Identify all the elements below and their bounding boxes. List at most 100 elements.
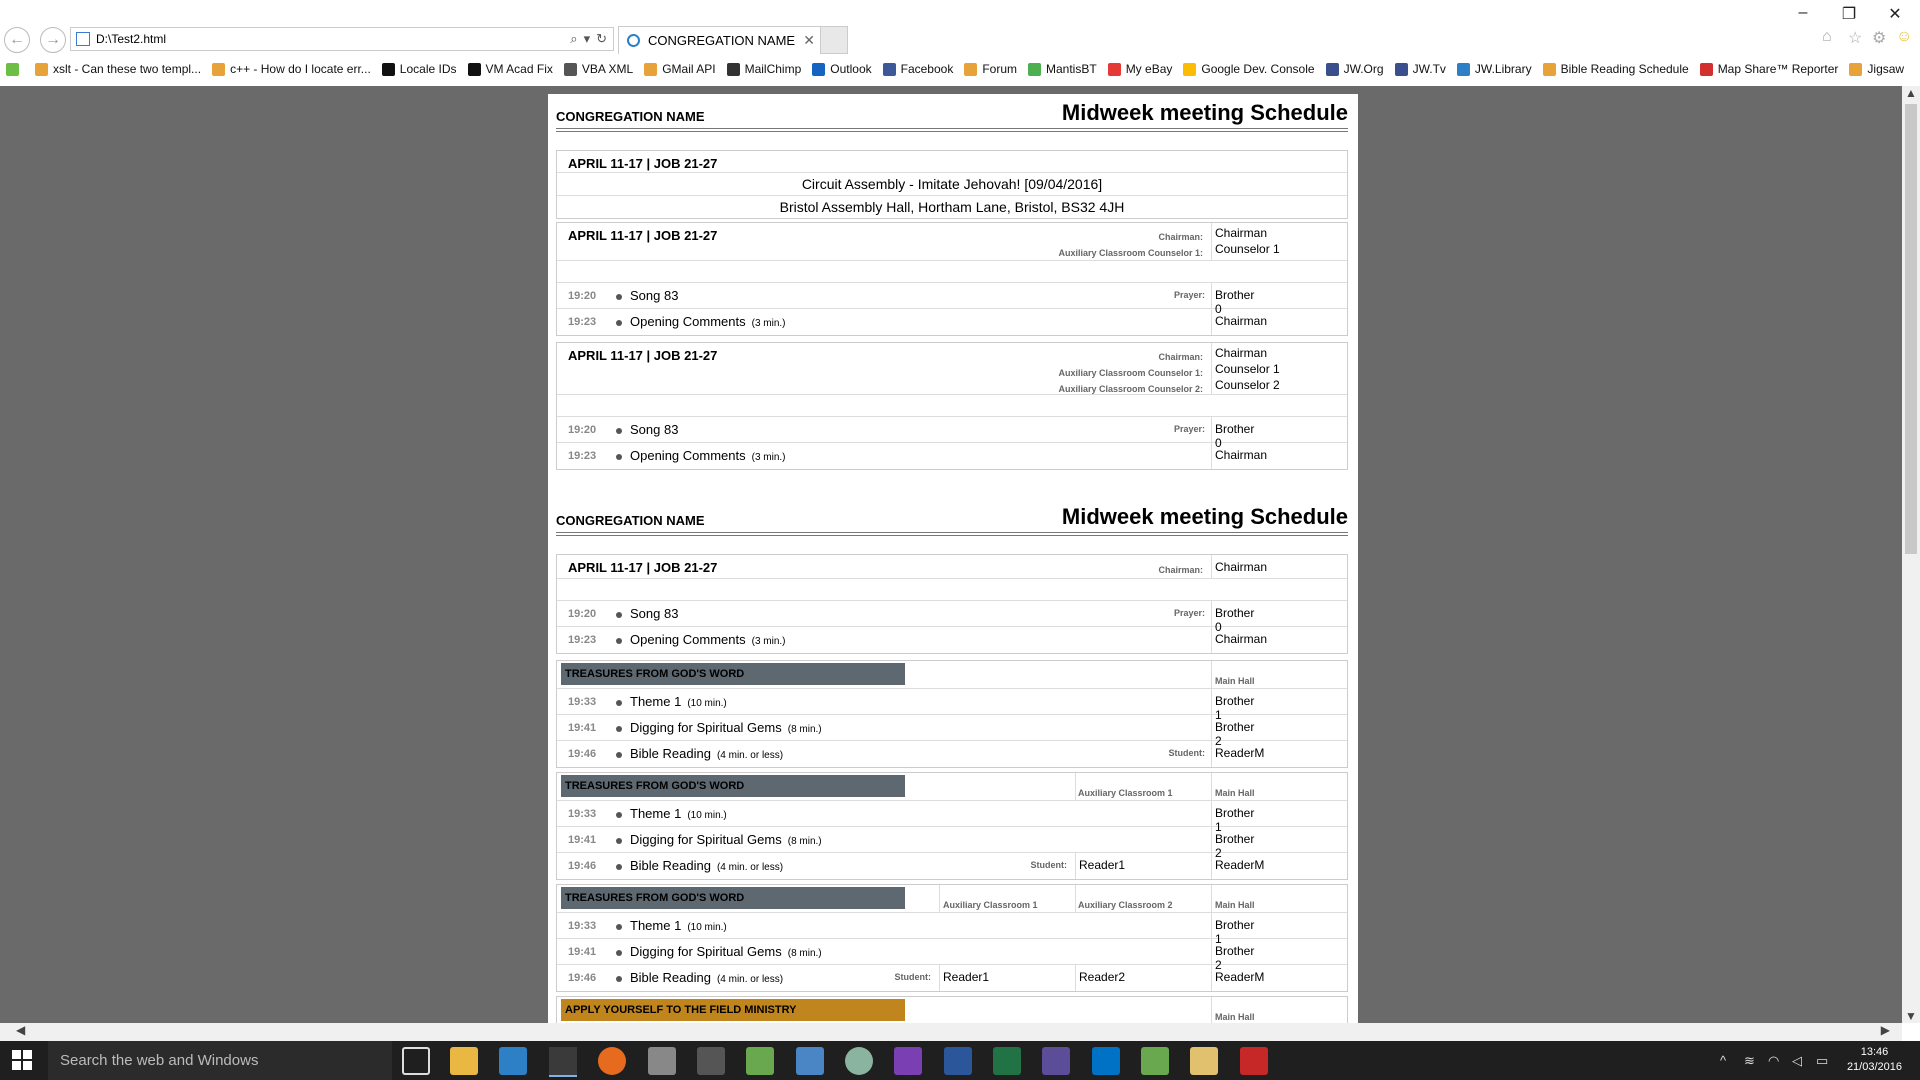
items-opening: Opening Comments bbox=[630, 632, 746, 647]
address-bar[interactable]: D:\Test2.html ⌕ ▾ ↻ bbox=[70, 27, 614, 51]
names-counselor1: Counselor 1 bbox=[1215, 362, 1280, 376]
names-reader1: Reader1 bbox=[943, 970, 990, 984]
close-window-icon[interactable]: ✕ bbox=[1880, 4, 1910, 24]
file-explorer-icon[interactable] bbox=[450, 1047, 478, 1075]
network-icon[interactable]: ≋ bbox=[1744, 1053, 1755, 1069]
favorite-site-icon bbox=[1394, 62, 1408, 76]
names-readerM: ReaderM bbox=[1215, 746, 1265, 760]
notifications-icon[interactable]: ▭ bbox=[1816, 1053, 1828, 1069]
scrollbar-thumb[interactable] bbox=[1905, 104, 1917, 554]
home-icon[interactable]: ⌂ bbox=[1822, 28, 1832, 46]
times-t1: 19:20 bbox=[568, 608, 597, 620]
list-item: 19:46 Bible Reading (4 min. or less) Stud… bbox=[557, 741, 1347, 767]
assembly-title: Circuit Assembly - Imitate Jehovah! [09/… bbox=[557, 173, 1347, 196]
volume-icon[interactable]: ◁ bbox=[1792, 1053, 1802, 1069]
word-icon[interactable] bbox=[944, 1047, 972, 1075]
favorite-link[interactable]: JW.Tv bbox=[1394, 62, 1446, 76]
app-icon[interactable] bbox=[648, 1047, 676, 1075]
scroll-left-icon[interactable]: ◀ bbox=[16, 1023, 25, 1037]
app-icon[interactable] bbox=[796, 1047, 824, 1075]
new-tab-button[interactable] bbox=[820, 26, 848, 54]
firefox-icon[interactable] bbox=[598, 1047, 626, 1075]
favorite-link[interactable]: Forum bbox=[964, 62, 1017, 76]
notepad-icon[interactable] bbox=[1141, 1047, 1169, 1075]
horizontal-scrollbar[interactable]: ◀ ▶ bbox=[0, 1023, 1902, 1041]
scroll-down-icon[interactable]: ▼ bbox=[1902, 1009, 1920, 1023]
favorite-site-icon bbox=[1542, 62, 1556, 76]
ms-app-icon[interactable] bbox=[1240, 1047, 1268, 1075]
sections-treasures: TREASURES FROM GOD'S WORD bbox=[561, 887, 905, 909]
store-icon[interactable] bbox=[499, 1047, 527, 1075]
forward-button[interactable]: → bbox=[40, 27, 66, 53]
week-block-assembly: APRIL 11-17 | JOB 21-27 Circuit Assembly… bbox=[556, 150, 1348, 219]
refresh-icon[interactable]: ↻ bbox=[596, 31, 607, 47]
times-t4: 19:41 bbox=[568, 946, 597, 958]
excel-icon[interactable] bbox=[993, 1047, 1021, 1075]
favorite-link[interactable]: JW.Library bbox=[1456, 62, 1532, 76]
windows-start-icon[interactable] bbox=[12, 1050, 32, 1070]
items-theme-dur: (10 min.) bbox=[687, 810, 727, 821]
notepad-icon[interactable] bbox=[746, 1047, 774, 1075]
halls-main: Main Hall bbox=[1215, 788, 1255, 798]
search-icon[interactable]: ⌕ bbox=[570, 31, 577, 47]
smiley-feedback-icon[interactable]: ☺ bbox=[1896, 28, 1912, 46]
settings-gear-icon[interactable]: ⚙ bbox=[1872, 28, 1886, 48]
vertical-scrollbar[interactable]: ▲ ▼ bbox=[1902, 86, 1920, 1023]
items-song: Song 83 bbox=[630, 422, 679, 437]
items-reading-dur: (4 min. or less) bbox=[716, 750, 784, 761]
times-t4: 19:41 bbox=[568, 834, 597, 846]
favorite-link[interactable]: Bible Reading Schedule bbox=[1542, 62, 1689, 76]
favorite-link[interactable]: JW.Org bbox=[1325, 62, 1384, 76]
favorite-link[interactable]: Locale IDs bbox=[381, 62, 457, 76]
favorite-link[interactable]: Map Share™ Reporter bbox=[1699, 62, 1838, 76]
items-reading: Bible Reading bbox=[630, 746, 711, 761]
camera-icon[interactable] bbox=[697, 1047, 725, 1075]
favorite-link[interactable]: Facebook bbox=[882, 62, 953, 76]
app-icon[interactable] bbox=[845, 1047, 873, 1075]
internet-explorer-icon[interactable] bbox=[549, 1047, 577, 1077]
search-input[interactable]: Search the web and Windows bbox=[48, 1041, 392, 1080]
back-button[interactable]: ← bbox=[4, 27, 30, 53]
favorite-link[interactable]: Google Dev. Console bbox=[1183, 62, 1315, 76]
favorite-link[interactable]: VBA XML bbox=[563, 62, 633, 76]
items-theme: Theme 1 bbox=[630, 694, 682, 709]
outlook-icon[interactable] bbox=[1092, 1047, 1120, 1075]
favorite-link[interactable]: Jigsaw bbox=[1849, 62, 1904, 76]
wifi-icon[interactable]: ◠ bbox=[1768, 1053, 1779, 1069]
scroll-right-icon[interactable]: ▶ bbox=[1881, 1023, 1890, 1037]
back-arrow-icon: ← bbox=[9, 31, 25, 48]
minimize-icon[interactable]: – bbox=[1788, 4, 1818, 22]
browser-tab[interactable]: CONGREGATION NAME ✕ bbox=[618, 26, 824, 54]
dropdown-icon[interactable]: ▾ bbox=[584, 31, 591, 47]
clock[interactable]: 13:46 21/03/2016 bbox=[1847, 1045, 1902, 1075]
favorite-link[interactable]: xslt - Can these two templ... bbox=[35, 62, 201, 76]
bullet-icon bbox=[616, 924, 622, 930]
times-t5: 19:46 bbox=[568, 972, 597, 984]
task-view-icon[interactable] bbox=[402, 1047, 430, 1075]
jw-app-icon[interactable] bbox=[1042, 1047, 1070, 1075]
folder-icon[interactable] bbox=[1190, 1047, 1218, 1075]
scroll-up-icon[interactable]: ▲ bbox=[1902, 86, 1920, 100]
items-gems-dur: (8 min.) bbox=[787, 724, 822, 735]
close-tab-icon[interactable]: ✕ bbox=[803, 32, 815, 49]
favorite-link[interactable]: c++ - How do I locate err... bbox=[212, 62, 371, 76]
sections-treasures: TREASURES FROM GOD'S WORD bbox=[561, 775, 905, 797]
items-opening-dur: (3 min.) bbox=[751, 452, 786, 463]
bullet-icon bbox=[616, 976, 622, 982]
browser-chrome: ← → D:\Test2.html ⌕ ▾ ↻ CONGREGATION NAM… bbox=[0, 0, 1920, 86]
names-reader2: Reader2 bbox=[1079, 970, 1126, 984]
favorite-link[interactable]: MantisBT bbox=[1028, 62, 1097, 76]
ie-tab-icon bbox=[627, 34, 640, 47]
visual-studio-icon[interactable] bbox=[894, 1047, 922, 1075]
favorites-star-icon[interactable]: ☆ bbox=[1848, 28, 1862, 48]
favorite-link[interactable]: VM Acad Fix bbox=[467, 62, 553, 76]
chevron-up-icon[interactable]: ^ bbox=[1720, 1053, 1726, 1068]
favorite-link[interactable]: GMail API bbox=[644, 62, 716, 76]
add-favorites-icon[interactable] bbox=[6, 62, 24, 76]
items-theme-dur: (10 min.) bbox=[687, 922, 727, 933]
favorite-link[interactable]: MailChimp bbox=[726, 62, 801, 76]
favorite-link[interactable]: Outlook bbox=[812, 62, 872, 76]
favorite-link[interactable]: My eBay bbox=[1107, 62, 1172, 76]
restore-icon[interactable]: ❐ bbox=[1834, 4, 1864, 24]
times-t5: 19:46 bbox=[568, 860, 597, 872]
